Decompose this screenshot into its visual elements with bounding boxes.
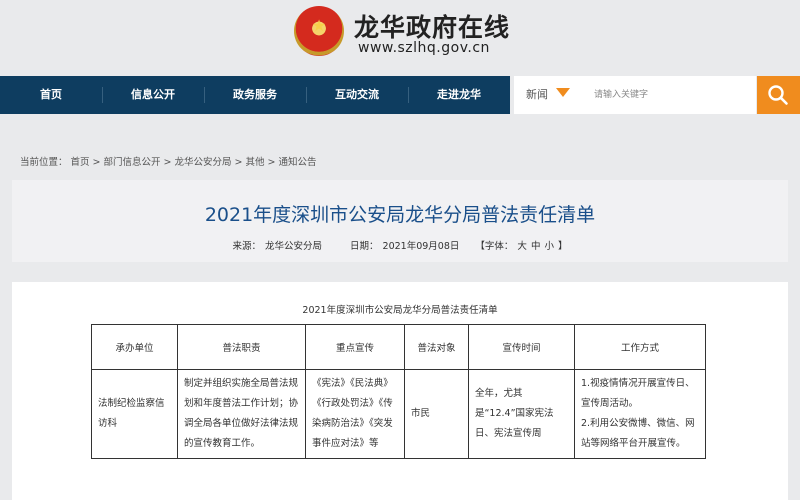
nav-item-info-disclosure[interactable]: 信息公开 (102, 76, 204, 114)
breadcrumb-separator: > (163, 157, 172, 168)
breadcrumb-separator: > (92, 157, 101, 168)
breadcrumb-prefix: 当前位置： (20, 157, 68, 168)
table-header-cell: 普法对象 (404, 324, 469, 370)
nav-item-about-longhua[interactable]: 走进龙华 (408, 76, 510, 114)
source-value: 龙华公安分局 (265, 241, 323, 252)
national-emblem-icon (294, 6, 344, 56)
font-size-close: 】 (557, 241, 568, 252)
font-size-medium[interactable]: 中 (531, 241, 541, 252)
breadcrumb-other[interactable]: 其他 (245, 157, 264, 168)
font-size-large[interactable]: 大 (517, 241, 527, 252)
breadcrumb-police-branch[interactable]: 龙华公安分局 (174, 157, 231, 168)
breadcrumb-home[interactable]: 首页 (71, 157, 90, 168)
breadcrumb-separator: > (267, 157, 276, 168)
table-cell: 制定并组织实施全局普法规划和年度普法工作计划；协调全局各单位做好法律法规的宣传教… (177, 369, 306, 459)
search-box: 新闻 (514, 76, 756, 114)
breadcrumb-separator: > (234, 157, 243, 168)
table-caption: 2021年度深圳市公安局龙华分局普法责任清单 (302, 305, 498, 316)
source-label: 来源： (232, 241, 262, 252)
date-label: 日期： (350, 241, 379, 252)
table-cell: 法制纪检监察信访科 (91, 369, 178, 459)
date-value: 2021年09月08日 (382, 241, 460, 252)
table-cell: 《宪法》《民法典》《行政处罚法》《传染病防治法》《突发事件应对法》等 (305, 369, 405, 459)
site-header: 龙华政府在线 www.szlhq.gov.cn (0, 0, 800, 76)
article-content: 2021年度深圳市公安局龙华分局普法责任清单 承办单位 普法职责 重点宣传 普法… (12, 282, 788, 500)
table-header-row: 承办单位 普法职责 重点宣传 普法对象 宣传时间 工作方式 (91, 324, 706, 370)
search-scope-select[interactable]: 新闻 (526, 76, 548, 114)
table-header-cell: 普法职责 (177, 324, 306, 370)
article-meta: 来源： 龙华公安分局 日期： 2021年09月08日 【字体：大中小】 (12, 238, 788, 252)
nav-item-home[interactable]: 首页 (0, 76, 102, 114)
search-button[interactable] (757, 76, 800, 114)
main-nav: 首页 信息公开 政务服务 互动交流 走进龙华 (0, 76, 510, 114)
site-title: 龙华政府在线 (354, 13, 511, 42)
page-title: 2021年度深圳市公安局龙华分局普法责任清单 (204, 204, 596, 226)
article-header: 2021年度深圳市公安局龙华分局普法责任清单 来源： 龙华公安分局 日期： 2021年… (12, 180, 788, 262)
table-header-cell: 承办单位 (91, 324, 178, 370)
search-input[interactable] (594, 85, 744, 105)
table-cell: 市民 (404, 369, 469, 459)
table-header-cell: 工作方式 (574, 324, 706, 370)
table-cell: 全年，尤其是“12.4”国家宪法日、宪法宣传周 (468, 369, 575, 459)
font-size-label: 【字体： (475, 241, 514, 252)
nav-item-gov-services[interactable]: 政务服务 (204, 76, 306, 114)
dropdown-arrow-icon[interactable] (556, 88, 570, 97)
table-cell: 1.视疫情情况开展宣传日、宣传周活动。 2.利用公安微博、微信、网站等网络平台开… (574, 369, 706, 459)
breadcrumb-dept-info[interactable]: 部门信息公开 (104, 157, 161, 168)
breadcrumb-notices[interactable]: 通知公告 (278, 157, 316, 168)
table-header-cell: 宣传时间 (468, 324, 575, 370)
font-size-small[interactable]: 小 (544, 241, 554, 252)
search-icon (768, 85, 788, 105)
table-header-cell: 重点宣传 (305, 324, 405, 370)
site-url: www.szlhq.gov.cn (358, 40, 490, 56)
table-row: 法制纪检监察信访科 制定并组织实施全局普法规划和年度普法工作计划；协调全局各单位… (91, 369, 706, 459)
breadcrumb: 当前位置： 首页 > 部门信息公开 > 龙华公安分局 > 其他 > 通知公告 (20, 154, 319, 168)
responsibility-table: 承办单位 普法职责 重点宣传 普法对象 宣传时间 工作方式 法制纪检监察信访科 … (91, 324, 706, 459)
nav-item-interaction[interactable]: 互动交流 (306, 76, 408, 114)
